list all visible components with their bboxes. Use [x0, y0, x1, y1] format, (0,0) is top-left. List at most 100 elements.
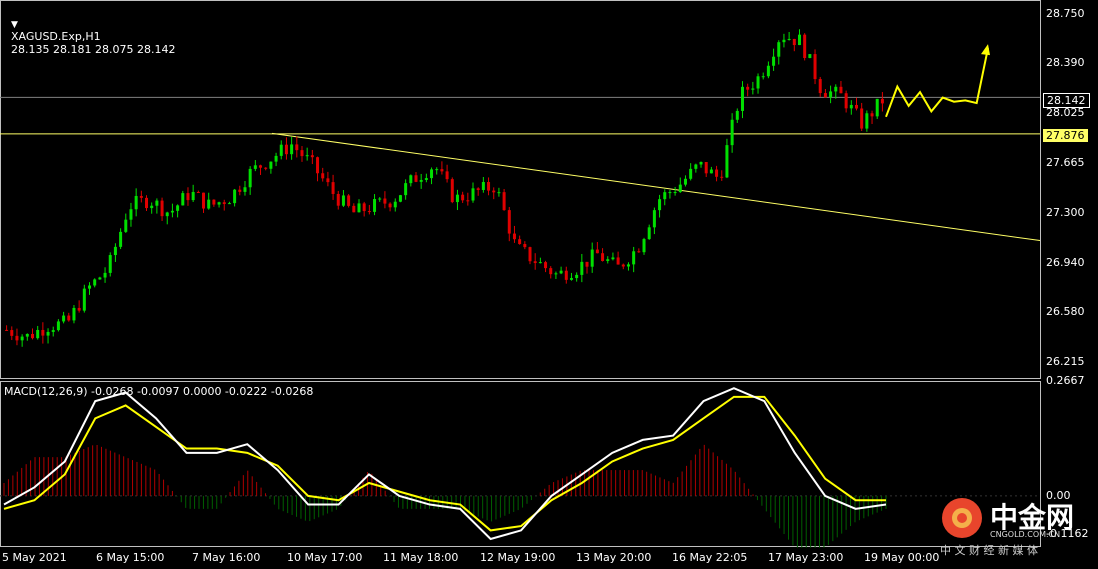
- candle-body: [512, 233, 516, 240]
- candle-body: [787, 38, 791, 40]
- candle-body: [606, 259, 610, 262]
- candle-body: [316, 157, 320, 174]
- price-tick-label: 27.665: [1046, 155, 1085, 169]
- candle-body: [673, 192, 677, 194]
- candle-body: [792, 38, 796, 46]
- candle-body: [160, 200, 164, 217]
- price-tick-label: 28.750: [1046, 6, 1085, 20]
- candle-body: [419, 179, 423, 182]
- candle-body: [181, 193, 185, 206]
- candle-body: [409, 175, 413, 184]
- candle-body: [139, 195, 143, 198]
- candle-body: [393, 201, 397, 208]
- candle-body: [740, 86, 744, 111]
- candle-body: [41, 329, 45, 336]
- candle-body: [528, 247, 532, 262]
- candle-body: [772, 56, 776, 66]
- candle-body: [616, 257, 620, 265]
- time-tick-label: 11 May 18:00: [383, 551, 459, 564]
- candle-body: [341, 195, 345, 206]
- candle-body: [77, 307, 81, 311]
- candle-body: [492, 190, 496, 193]
- price-tick-label: 28.390: [1046, 56, 1085, 70]
- candle-body: [652, 210, 656, 228]
- candle-body: [93, 279, 97, 286]
- candle-body: [404, 183, 408, 196]
- candle-body: [269, 161, 273, 169]
- price-tick-label: 26.215: [1046, 355, 1085, 369]
- candle-body: [15, 335, 19, 341]
- candle-body: [56, 321, 60, 331]
- candle-body: [720, 176, 724, 178]
- time-tick-label: 16 May 22:05: [672, 551, 748, 564]
- candle-body: [82, 288, 86, 311]
- candle-body: [259, 165, 263, 168]
- current-price-tag: 28.142: [1043, 93, 1090, 108]
- candle-body: [233, 189, 237, 204]
- candle-body: [279, 144, 283, 156]
- candle-body: [336, 193, 340, 206]
- candle-body: [647, 227, 651, 240]
- candle-body: [834, 86, 838, 92]
- cngold-logo-icon: [942, 498, 982, 538]
- candle-body: [62, 315, 66, 322]
- candle-body: [533, 261, 537, 264]
- candle-body: [875, 98, 879, 117]
- candle-body: [844, 93, 848, 109]
- macd-main-line: [3, 387, 887, 541]
- candle-body: [20, 336, 24, 341]
- candle-body: [119, 231, 123, 247]
- symbol-dropdown-icon[interactable]: ▼: [11, 20, 18, 30]
- chart-canvas[interactable]: [0, 0, 1098, 569]
- candle-body: [709, 169, 713, 174]
- macd-tick-label: 0.2667: [1046, 374, 1085, 387]
- candle-body: [668, 192, 672, 194]
- candle-body: [196, 191, 200, 193]
- candle-body: [176, 205, 180, 211]
- candle-body: [487, 182, 491, 191]
- candle-body: [595, 249, 599, 254]
- candle-body: [243, 187, 247, 192]
- candle-body: [632, 251, 636, 265]
- candle-body: [373, 199, 377, 212]
- candle-body: [544, 262, 548, 269]
- candle-body: [191, 191, 195, 201]
- candle-body: [559, 270, 563, 274]
- candle-body: [523, 244, 527, 248]
- candle-body: [51, 330, 55, 332]
- symbol-name: XAGUSD.Exp,H1: [11, 30, 101, 43]
- candle-body: [88, 285, 92, 289]
- candle-body: [507, 210, 511, 234]
- candle-body: [295, 144, 299, 151]
- candle-body: [347, 195, 351, 206]
- candle-body: [481, 182, 485, 190]
- candle-body: [305, 155, 309, 157]
- candle-body: [170, 210, 174, 213]
- candle-body: [694, 164, 698, 169]
- candle-body: [113, 246, 117, 256]
- projection-arrowhead: [981, 44, 990, 56]
- candle-body: [284, 144, 288, 155]
- candle-body: [642, 239, 646, 253]
- candle-body: [502, 192, 506, 211]
- candle-body: [367, 211, 371, 213]
- candle-body: [25, 333, 29, 337]
- candle-body: [253, 165, 257, 169]
- price-tick-label: 26.940: [1046, 255, 1085, 269]
- candle-body: [290, 144, 294, 155]
- candle-body: [689, 168, 693, 179]
- candle-body: [145, 197, 149, 209]
- candle-body: [626, 264, 630, 267]
- candle-body: [730, 119, 734, 146]
- candle-body: [870, 113, 874, 117]
- candle-body: [803, 34, 807, 59]
- candle-body: [797, 34, 801, 46]
- candle-body: [813, 54, 817, 80]
- macd-panel-frame: [0, 381, 1041, 547]
- macd-signal-line: [3, 395, 886, 532]
- trendline: [271, 132, 1041, 242]
- candle-body: [124, 219, 128, 232]
- candle-body: [601, 253, 605, 262]
- candle-body: [476, 188, 480, 190]
- candle-body: [165, 212, 169, 217]
